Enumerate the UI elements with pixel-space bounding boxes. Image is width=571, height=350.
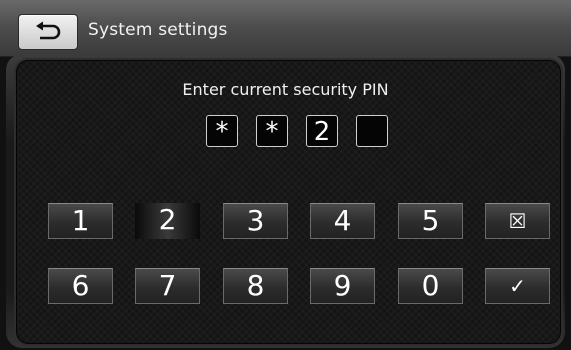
pin-digit-3: 2: [306, 115, 338, 147]
checkmark-icon: ✓: [509, 274, 526, 298]
settings-screen: System settings Enter current security P…: [0, 0, 571, 350]
key-5[interactable]: 5: [398, 203, 463, 239]
key-6[interactable]: 6: [48, 268, 113, 304]
clear-icon: ☒: [508, 209, 527, 233]
key-7[interactable]: 7: [135, 268, 200, 304]
pin-digit-1: *: [206, 115, 238, 147]
key-1[interactable]: 1: [48, 203, 113, 239]
key-9[interactable]: 9: [310, 268, 375, 304]
page-title: System settings: [88, 20, 228, 40]
back-button[interactable]: [18, 14, 78, 50]
title-bar: System settings: [0, 0, 571, 57]
key-8[interactable]: 8: [223, 268, 288, 304]
key-2[interactable]: 2: [135, 203, 200, 239]
key-4[interactable]: 4: [310, 203, 375, 239]
pin-digit-2: *: [256, 115, 288, 147]
pin-prompt: Enter current security PIN: [182, 80, 389, 99]
pin-display: * * 2: [206, 115, 388, 147]
pin-digit-4: [356, 115, 388, 147]
return-arrow-icon: [36, 21, 61, 40]
confirm-button[interactable]: ✓: [485, 268, 550, 304]
key-0[interactable]: 0: [398, 268, 463, 304]
clear-button[interactable]: ☒: [485, 203, 550, 239]
key-3[interactable]: 3: [223, 203, 288, 239]
